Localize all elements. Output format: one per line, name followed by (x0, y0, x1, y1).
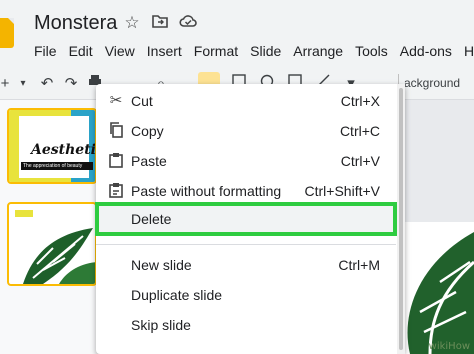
menu-item-paste-without-formatting[interactable]: Paste without formatting Ctrl+Shift+V (96, 176, 396, 206)
menu-scrollbar-thumb[interactable] (399, 88, 403, 350)
menu-item-cut[interactable]: ✂ Cut Ctrl+X (96, 86, 396, 116)
menu-item-delete[interactable]: Delete (95, 202, 397, 236)
background-button[interactable]: ackground (404, 76, 460, 90)
clipboard-text-icon (108, 182, 124, 200)
star-icon[interactable]: ☆ (122, 13, 142, 33)
context-menu: ✂ Cut Ctrl+X Copy Ctrl+C Paste Ctrl+V Pa… (95, 84, 405, 354)
undo-icon[interactable]: ↶ (38, 74, 56, 94)
slide-thumbnail-1[interactable]: Aesthetic The appreciation of beauty (7, 108, 97, 184)
menu-scrollbar[interactable] (397, 84, 405, 354)
menu-divider (96, 244, 396, 245)
menu-item-skip-slide[interactable]: Skip slide (96, 310, 396, 340)
app-header: Monstera ☆ File Edit View Insert Format … (0, 0, 474, 68)
menu-tools[interactable]: Tools (355, 42, 388, 60)
menu-arrange[interactable]: Arrange (293, 42, 343, 60)
menu-insert[interactable]: Insert (147, 42, 182, 60)
menu-item-duplicate-slide[interactable]: Duplicate slide (96, 280, 396, 310)
slides-logo-icon[interactable] (0, 18, 14, 48)
menu-format[interactable]: Format (194, 42, 238, 60)
new-slide-icon[interactable]: + (0, 74, 14, 94)
monstera-leaf-image (23, 228, 95, 284)
dropdown-arrow-icon[interactable]: ▾ (14, 74, 32, 94)
redo-icon[interactable]: ↷ (62, 74, 80, 94)
menu-item-new-slide[interactable]: New slide Ctrl+M (96, 250, 396, 280)
slide-1-subtitle: The appreciation of beauty (21, 162, 93, 170)
menu-item-paste[interactable]: Paste Ctrl+V (96, 146, 396, 176)
menu-help[interactable]: He (464, 42, 474, 60)
menu-view[interactable]: View (105, 42, 135, 60)
cloud-saved-icon[interactable] (178, 13, 198, 33)
slide-preview[interactable] (400, 222, 474, 354)
copy-icon (108, 122, 124, 140)
slide-filmstrip: Aesthetic The appreciation of beauty (0, 100, 108, 354)
move-to-folder-icon[interactable] (150, 13, 170, 33)
menu-file[interactable]: File (34, 42, 57, 60)
clipboard-icon (108, 152, 124, 170)
menu-addons[interactable]: Add-ons (400, 42, 452, 60)
slide-thumbnail-2[interactable] (7, 202, 97, 286)
scissors-icon: ✂ (109, 92, 123, 109)
monstera-leaf-image (407, 232, 474, 354)
menu-item-copy[interactable]: Copy Ctrl+C (96, 116, 396, 146)
menu-edit[interactable]: Edit (69, 42, 93, 60)
slide-1-title: Aesthetic (31, 142, 96, 158)
menu-slide[interactable]: Slide (250, 42, 281, 60)
menu-bar: File Edit View Insert Format Slide Arran… (34, 42, 474, 60)
watermark: wikiHow (428, 341, 470, 352)
document-title[interactable]: Monstera (34, 12, 117, 35)
